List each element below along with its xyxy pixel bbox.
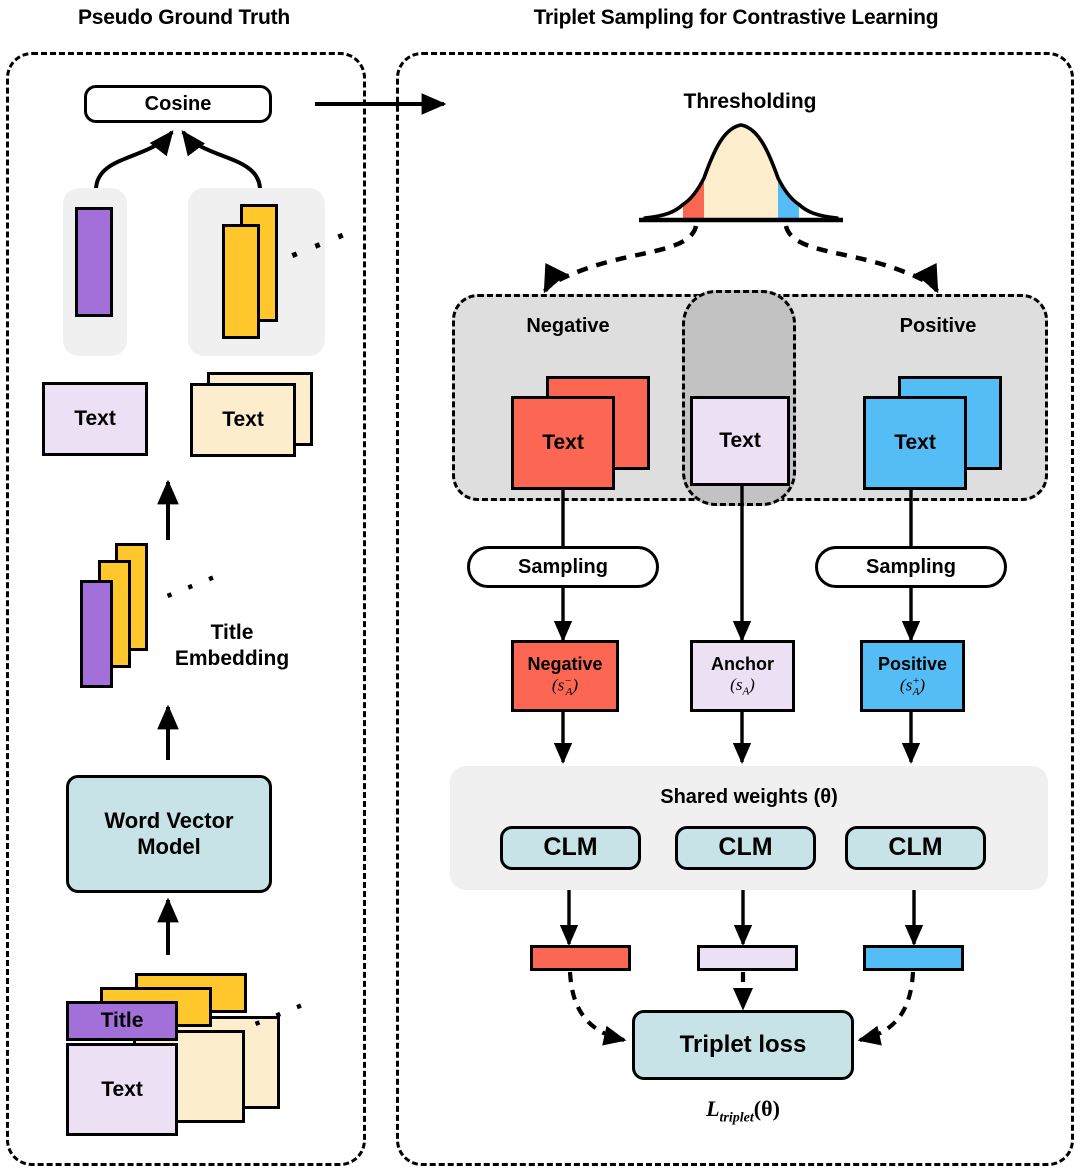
clm-box-mid[interactable]: CLM (675, 826, 816, 870)
doc-title-bar-front[interactable]: Title (66, 1001, 178, 1041)
negative-sample-symbol: (s−A) (551, 674, 579, 698)
triplet-loss-label: Triplet loss (679, 1030, 807, 1058)
title-embedding-label-line1: Title (210, 621, 254, 644)
anchor-sample-box[interactable]: Anchor (sA) (690, 640, 795, 712)
positive-sample-box[interactable]: Positive (s+A) (860, 640, 965, 712)
diagram-canvas: Pseudo Ground Truth Triplet Sampling for… (0, 0, 1080, 1173)
word-vector-model-line1: Word Vector (104, 808, 234, 834)
anchor-embedding-bar-right (697, 945, 798, 971)
negative-sample-box[interactable]: Negative (s−A) (511, 640, 619, 712)
loss-formula: Ltriplet(θ) (612, 1096, 874, 1126)
sampling-box-left[interactable]: Sampling (467, 546, 659, 588)
negative-sample-name: Negative (527, 653, 603, 674)
cosine-box[interactable]: Cosine (84, 85, 272, 123)
positive-embedding-bar (863, 945, 964, 971)
left-panel-title: Pseudo Ground Truth (77, 6, 291, 29)
positive-text-card-label: Text (894, 431, 936, 454)
positive-text-card-front[interactable]: Text (863, 396, 967, 490)
positive-sample-name: Positive (877, 653, 948, 674)
cosine-label: Cosine (144, 92, 212, 115)
anchor-embedding-bar (75, 207, 113, 317)
anchor-text-card[interactable]: Text (42, 382, 148, 456)
sampling-box-right[interactable]: Sampling (815, 546, 1007, 588)
word-vector-model-box[interactable]: Word Vector Model (66, 775, 272, 893)
anchor-sample-symbol: (sA) (730, 674, 755, 698)
clm-box-left[interactable]: CLM (500, 826, 641, 870)
negative-text-card-label: Text (542, 431, 584, 454)
anchor-text-card-label: Text (74, 407, 116, 430)
title-embedding-label-line2: Embedding (174, 646, 290, 670)
sampling-left-label: Sampling (517, 555, 608, 578)
negative-text-card-front[interactable]: Text (511, 396, 615, 490)
loss-formula-sub: triplet (719, 1110, 754, 1126)
positive-group-label: Positive (899, 315, 977, 337)
sampling-right-label: Sampling (865, 555, 956, 578)
loss-formula-main: L (706, 1096, 720, 1121)
title-embedding-label: Title Embedding (162, 620, 302, 671)
shared-weights-label: Shared weights (θ) (660, 786, 838, 808)
triplet-loss-box[interactable]: Triplet loss (632, 1010, 854, 1080)
candidate-text-card-front[interactable]: Text (190, 383, 296, 457)
clm-mid-label: CLM (718, 833, 773, 862)
positive-sample-symbol: (s+A) (899, 674, 926, 698)
anchor-text-card-right-label: Text (719, 429, 761, 452)
clm-box-right[interactable]: CLM (845, 826, 986, 870)
doc-title-label: Title (100, 1009, 144, 1032)
clm-left-label: CLM (543, 833, 598, 862)
doc-text-card-front[interactable]: Text (66, 1043, 178, 1136)
thresholding-label: Thresholding (683, 90, 817, 113)
word-vector-model-line2: Model (137, 834, 201, 859)
anchor-text-card-right[interactable]: Text (690, 396, 790, 486)
clm-right-label: CLM (888, 833, 943, 862)
loss-formula-arg: (θ) (753, 1096, 780, 1121)
right-panel-frame (396, 52, 1074, 1166)
title-embedding-bar-purple (80, 580, 113, 688)
right-panel-title: Triplet Sampling for Contrastive Learnin… (533, 6, 939, 29)
negative-group-label: Negative (526, 315, 610, 337)
anchor-sample-name: Anchor (711, 654, 774, 675)
candidate-embedding-bar-front (222, 224, 260, 339)
candidate-text-card-label: Text (222, 408, 264, 431)
negative-embedding-bar (530, 945, 631, 971)
doc-text-label: Text (101, 1077, 143, 1101)
